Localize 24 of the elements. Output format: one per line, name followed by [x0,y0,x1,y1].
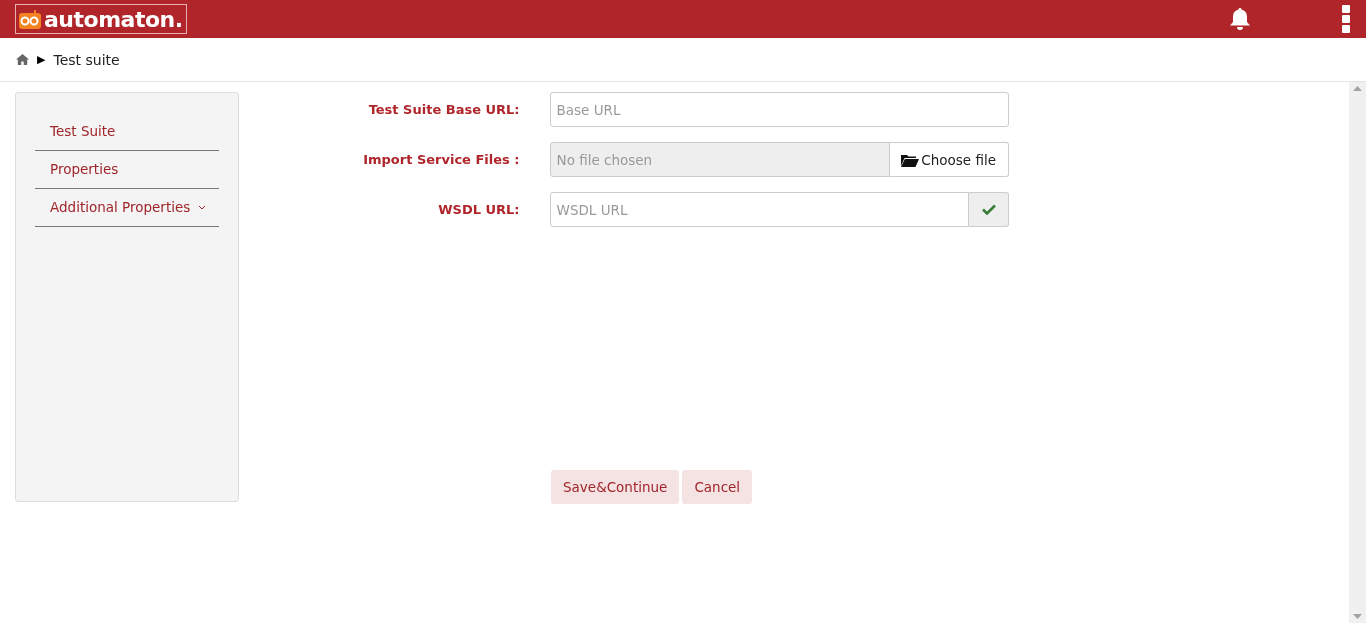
text-input[interactable]: WSDL URL [549,192,969,227]
field-label: Import Service Files : [362,152,521,167]
sidebar-item[interactable]: Properties [35,151,219,189]
scroll-up-icon[interactable] [1353,86,1362,91]
home-icon[interactable] [16,54,29,65]
radio-icon [19,9,41,29]
folder-icon [901,152,920,167]
validate-button[interactable] [969,192,1009,227]
check-icon [981,204,996,215]
text-input[interactable]: Base URL [549,92,1009,127]
scrollbar[interactable] [1349,82,1366,623]
save-continue-button[interactable]: Save&Continue [551,470,680,504]
sidebar-item[interactable]: Test Suite [35,113,219,151]
breadcrumb-current: Test suite [53,51,120,68]
field-label: WSDL URL: [437,202,521,217]
logo[interactable]: automaton. [15,4,187,34]
choose-file-button[interactable]: Choose file [890,142,1009,177]
more-options-icon[interactable] [1341,4,1351,34]
scroll-down-icon[interactable] [1353,614,1362,619]
notification-bell-icon[interactable] [1229,7,1251,31]
breadcrumb-separator: ▶ [37,53,46,66]
cancel-button[interactable]: Cancel [682,470,753,504]
sidebar-item[interactable]: Additional Properties [35,189,219,227]
field-label: Test Suite Base URL: [367,102,521,117]
